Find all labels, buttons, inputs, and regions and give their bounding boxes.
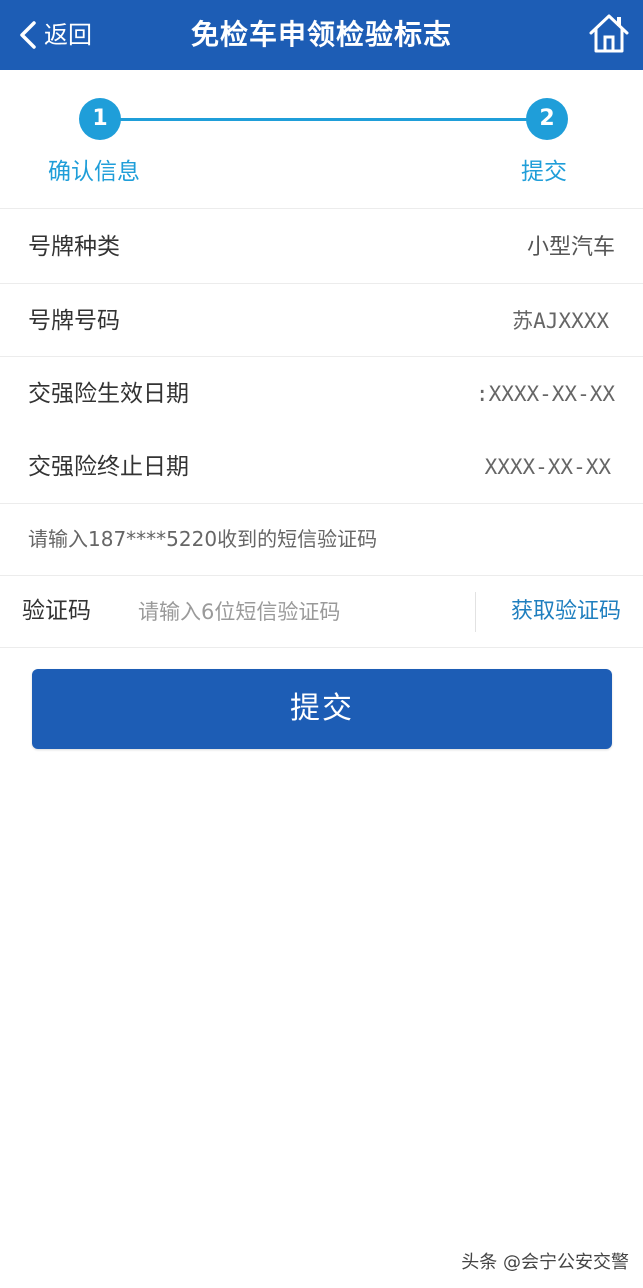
step-2-circle: 2 — [526, 98, 568, 140]
plate-type-value: 小型汽车 — [526, 235, 615, 260]
plate-number-label: 号牌号码 — [28, 308, 120, 334]
divider — [0, 356, 643, 357]
divider — [0, 208, 643, 209]
insurance-start-value: :XXXX-XX-XX — [475, 382, 615, 406]
plate-type-label: 号牌种类 — [28, 234, 120, 260]
chevron-left-icon — [20, 21, 36, 49]
verification-code-input[interactable] — [138, 592, 458, 632]
step-2-label: 提交 — [521, 159, 567, 185]
home-icon[interactable] — [587, 11, 631, 55]
step-1-label: 确认信息 — [48, 159, 140, 185]
plate-number-value: 苏AJXXXX — [512, 309, 609, 333]
stepper-line — [100, 118, 546, 121]
top-nav-bar: 返回 免检车申领检验标志 — [0, 0, 643, 70]
progress-stepper: 1 2 确认信息 提交 — [0, 70, 643, 208]
sms-hint-text: 请输入187****5220收到的短信验证码 — [28, 527, 378, 551]
plate-number-row: 号牌号码 苏AJXXXX — [0, 285, 643, 358]
verification-code-label: 验证码 — [22, 598, 91, 624]
step-1-circle: 1 — [79, 98, 121, 140]
get-code-button[interactable]: 获取验证码 — [511, 576, 621, 647]
submit-button[interactable]: 提交 — [32, 669, 612, 749]
insurance-end-label: 交强险终止日期 — [28, 454, 189, 480]
insurance-end-value: XXXX-XX-XX — [484, 455, 611, 479]
insurance-start-row: 交强险生效日期 :XXXX-XX-XX — [0, 358, 643, 431]
divider — [0, 647, 643, 648]
plate-type-row: 号牌种类 小型汽车 — [0, 211, 643, 284]
watermark: 头条 @会宁公安交警 — [461, 1252, 629, 1273]
insurance-end-row: 交强险终止日期 XXXX-XX-XX — [0, 431, 643, 504]
page-title: 免检车申领检验标志 — [190, 18, 452, 51]
verification-code-row: 验证码 获取验证码 — [0, 576, 643, 647]
back-button[interactable]: 返回 — [18, 0, 92, 70]
divider — [475, 592, 476, 632]
insurance-start-label: 交强险生效日期 — [28, 381, 189, 407]
divider — [0, 283, 643, 284]
back-label: 返回 — [44, 21, 92, 49]
